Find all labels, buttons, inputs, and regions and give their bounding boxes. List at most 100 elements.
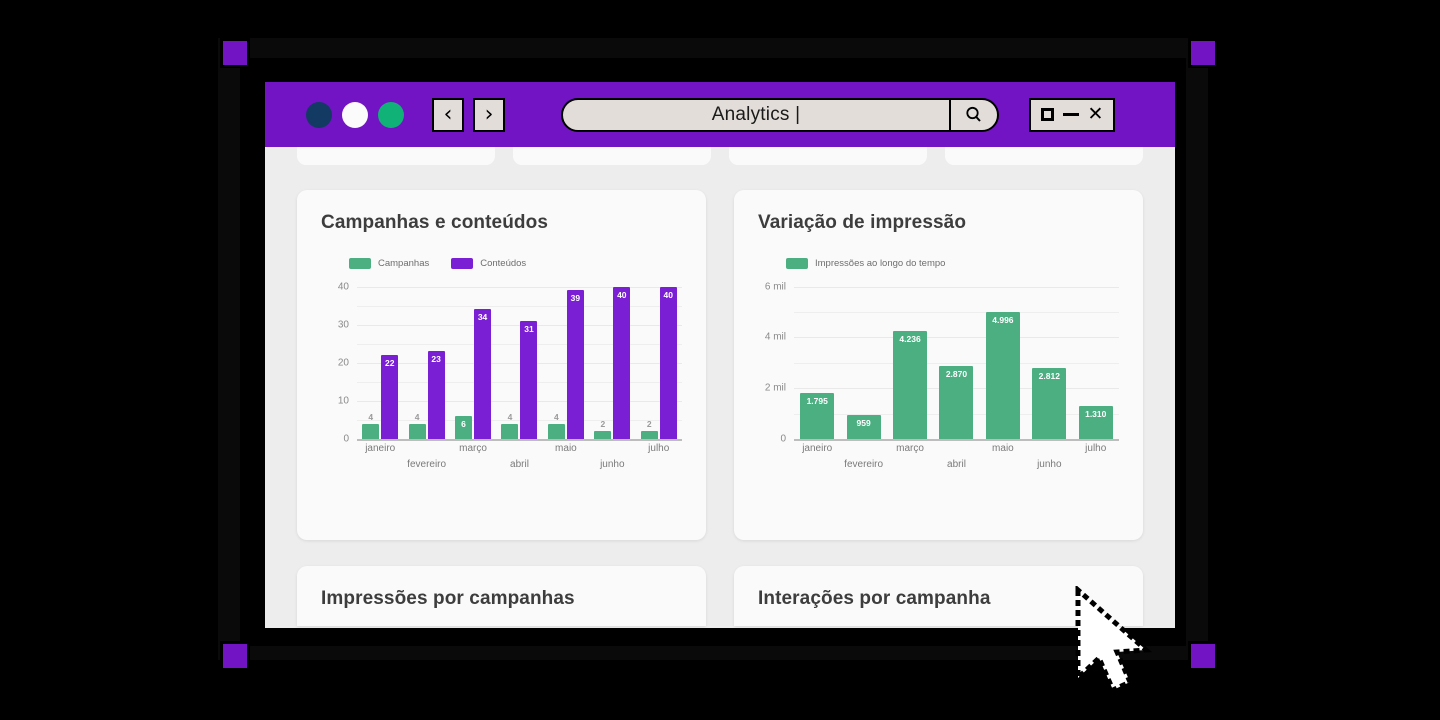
bar[interactable]: 34 — [474, 309, 492, 439]
bar[interactable]: 6 — [455, 416, 473, 439]
chart-bars: 4 22 4 23 6 34 4 31 4 39 2 40 2 40 — [357, 279, 682, 439]
bar-value-label: 959 — [856, 417, 871, 428]
chart-title: Variação de impressão — [758, 212, 967, 233]
bar-value-label: 2.870 — [945, 369, 968, 380]
bar-group: 4.996 — [980, 279, 1026, 439]
bar-value-label: 4.236 — [899, 334, 921, 345]
y-axis-tick-label: 4 mil — [764, 331, 786, 343]
frame-band-right — [1186, 38, 1208, 660]
y-axis: 02 mil 4 mil 6 mil — [758, 279, 790, 444]
window-dot-green-icon[interactable] — [378, 101, 404, 128]
y-axis-tick-label: 2 mil — [764, 382, 786, 394]
bar[interactable]: 4 — [362, 412, 380, 439]
bar[interactable]: 22 — [381, 355, 399, 439]
x-axis-tick: julho — [1073, 443, 1119, 477]
bar-group: 2 40 — [636, 279, 682, 439]
corner-marker-top-right — [1188, 38, 1218, 68]
kpi-card-stub[interactable] — [513, 147, 711, 165]
bar-group: 6 34 — [450, 279, 496, 439]
bar[interactable]: 2.812 — [1032, 367, 1067, 439]
bar[interactable]: 1.795 — [800, 393, 835, 439]
bar[interactable]: 4.236 — [893, 331, 928, 439]
chart-bars: 1.795 959 4.236 2.870 4.996 2.812 1.310 — [794, 279, 1119, 439]
bar-value-label: 39 — [570, 293, 581, 304]
bar[interactable]: 2 — [640, 419, 658, 439]
bar-value-label: 1.310 — [1085, 408, 1107, 419]
x-axis-tick-label: julho — [1085, 443, 1107, 454]
bar-group: 1.795 — [794, 279, 840, 439]
bar[interactable]: 39 — [566, 290, 584, 439]
back-button[interactable]: ‹ — [432, 97, 464, 132]
legend-item[interactable]: Conteúdos — [451, 258, 526, 269]
bar[interactable]: 959 — [846, 414, 881, 439]
address-bar-input[interactable]: Analytics | — [563, 104, 949, 126]
bar-group: 4 22 — [357, 279, 403, 439]
bar[interactable]: 4 — [408, 412, 426, 439]
bar[interactable]: 40 — [613, 286, 631, 439]
bar[interactable]: 4 — [547, 412, 565, 439]
y-axis-tick-label: 30 — [337, 319, 349, 331]
bar-value-label: 4.996 — [992, 315, 1014, 326]
bar[interactable]: 2.870 — [939, 366, 974, 439]
bar-value-label: 4 — [414, 411, 420, 422]
bar-group: 1.310 — [1073, 279, 1119, 439]
legend-item[interactable]: Impressões ao longo do tempo — [786, 258, 945, 269]
x-axis-tick: julho — [636, 443, 682, 477]
bottom-cards-row: Impressões por campanhas Interações por … — [297, 566, 1143, 626]
bar-value-label: 2 — [600, 419, 606, 430]
card-interacoes-por-campanha[interactable]: Interações por campanha — [734, 566, 1143, 626]
kpi-card-stub[interactable] — [729, 147, 927, 165]
browser-titlebar: ‹ › Analytics | ✕ — [265, 82, 1175, 147]
screenshot-stage: ‹ › Analytics | ✕ Campanhas e conteúdos … — [0, 0, 1440, 720]
chart-legend: Impressões ao longo do tempo — [786, 258, 1119, 269]
kpi-card-stub[interactable] — [297, 147, 495, 165]
frame-band-left — [218, 38, 240, 660]
bar-group: 4 31 — [496, 279, 542, 439]
legend-item[interactable]: Campanhas — [349, 258, 429, 269]
y-axis-tick-label: 40 — [337, 281, 349, 293]
frame-band-top — [218, 38, 1208, 60]
forward-button[interactable]: › — [473, 97, 505, 132]
search-icon[interactable] — [949, 99, 997, 130]
window-dot-navy-icon[interactable] — [306, 101, 332, 128]
legend-swatch-icon — [451, 258, 474, 269]
window-controls: ✕ — [1029, 97, 1115, 132]
bar-value-label: 2.812 — [1038, 370, 1060, 381]
bar-group: 4 23 — [403, 279, 449, 439]
kpi-card-stub[interactable] — [945, 147, 1143, 165]
bar-value-label: 22 — [384, 358, 395, 369]
bar-value-label: 34 — [477, 312, 488, 323]
legend-label: Campanhas — [378, 258, 430, 269]
bar[interactable]: 40 — [659, 286, 677, 439]
address-bar[interactable]: Analytics | — [561, 97, 999, 132]
bar[interactable]: 4 — [501, 412, 519, 439]
x-axis-baseline — [794, 439, 1119, 441]
top-card-stubs-row — [297, 147, 1143, 165]
maximize-button-icon[interactable] — [1040, 108, 1054, 121]
card-title: Impressões por campanhas — [321, 588, 575, 609]
chart-legend: Campanhas Conteúdos — [349, 258, 682, 269]
bar-value-label: 1.795 — [806, 396, 828, 407]
legend-label: Conteúdos — [480, 258, 527, 269]
bar-value-label: 31 — [524, 323, 534, 334]
minimize-button-icon[interactable] — [1062, 112, 1079, 117]
x-axis-baseline — [357, 439, 682, 441]
bar[interactable]: 4.996 — [985, 312, 1020, 439]
corner-marker-bottom-right — [1188, 641, 1218, 671]
bar[interactable]: 2 — [594, 419, 612, 439]
close-button-icon[interactable]: ✕ — [1088, 105, 1104, 124]
card-impressoes-por-campanhas[interactable]: Impressões por campanhas — [297, 566, 706, 626]
bar-value-label: 4 — [368, 411, 374, 422]
bar-group: 2 40 — [589, 279, 635, 439]
bar-group: 4.236 — [887, 279, 933, 439]
bar[interactable]: 31 — [520, 320, 538, 439]
charts-row: Campanhas e conteúdos Campanhas Conteúdos… — [297, 190, 1143, 540]
browser-window: ‹ › Analytics | ✕ Campanhas e conteúdos … — [265, 82, 1175, 628]
bar-value-label: 2 — [646, 419, 652, 430]
y-axis-tick-label: 6 mil — [764, 281, 786, 293]
bar[interactable]: 1.310 — [1078, 405, 1113, 439]
bar[interactable]: 23 — [427, 351, 445, 439]
window-dot-white-icon[interactable] — [342, 101, 368, 128]
corner-marker-bottom-left — [220, 641, 250, 671]
bar-value-label: 40 — [663, 289, 673, 300]
